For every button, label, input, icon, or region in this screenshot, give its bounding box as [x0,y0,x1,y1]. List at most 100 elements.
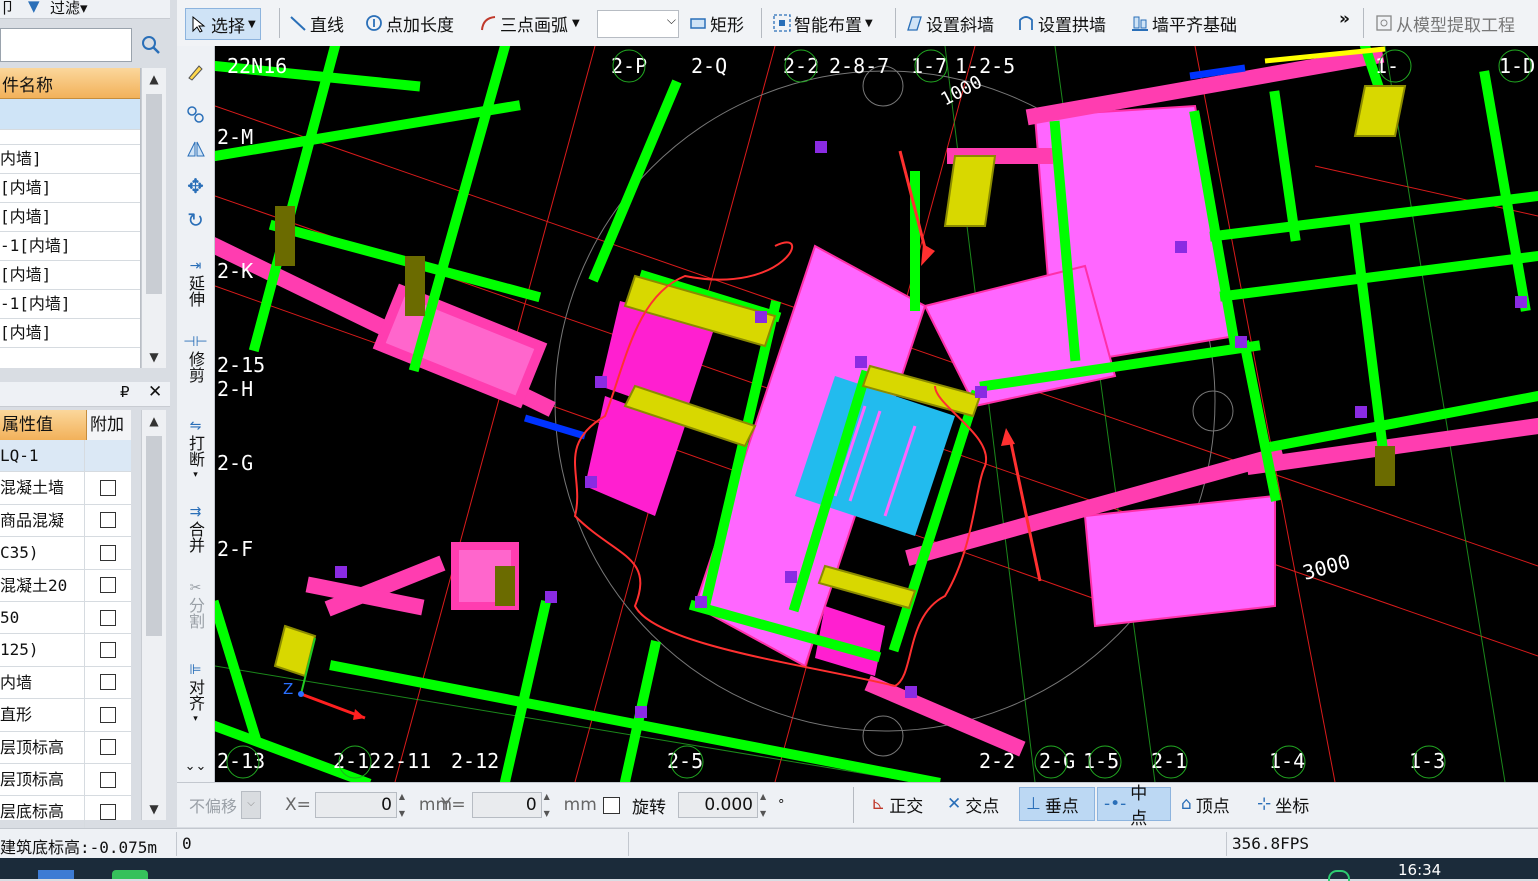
rotate-spinner[interactable]: ▲ ▼ [760,792,774,818]
filter-icon[interactable]: ▼ [28,0,40,15]
toolbar-overflow-button[interactable]: » [1339,4,1350,34]
offset-mode-select[interactable]: 不偏移 ⌵ [189,791,262,819]
table-row[interactable]: 商品混凝 [0,504,131,538]
extra-checkbox[interactable] [100,706,116,723]
extra-checkbox[interactable] [100,739,116,756]
property-value[interactable]: 层顶标高 [0,731,85,763]
extract-from-model-button[interactable]: 从模型提取工程 [1375,8,1515,38]
smart-layout-button[interactable]: 智能布置 ▼ [773,8,873,38]
extra-checkbox[interactable] [100,544,116,561]
property-value[interactable]: 50 [0,601,85,634]
vtoolbar-more[interactable]: ⌄⌄ [177,758,214,775]
close-icon[interactable]: ✕ [148,382,162,402]
x-spinner[interactable]: ▲ ▼ [399,792,413,818]
list-item[interactable]: 内墙] [0,145,140,174]
table-row[interactable]: 层底标高 [0,796,131,829]
merge-button[interactable]: ⇉ 合并 [177,504,214,553]
list-item[interactable]: [内墙] [0,319,140,348]
component-list-scrollbar[interactable]: ▲ ▼ [141,68,166,368]
property-value[interactable]: C35) [0,537,85,569]
pin-icon[interactable]: ₽ [120,383,130,401]
trim-button[interactable]: ⊣⊢ 修剪 [177,334,214,383]
brush-tool[interactable] [177,60,214,82]
list-item[interactable]: -1[内墙] [0,232,140,261]
split-button[interactable]: ✂ 分割 [177,580,214,629]
mirror-tool[interactable] [177,138,214,160]
y-spinner[interactable]: ▲ ▼ [544,792,558,818]
line-button[interactable]: 直线 [289,8,344,38]
snap-vertex[interactable]: ⌂ 顶点 [1175,787,1236,821]
table-row[interactable]: 内墙 [0,666,131,700]
table-row[interactable]: 直形 [0,699,131,732]
extra-checkbox[interactable] [100,674,116,691]
extend-button[interactable]: ⇥ 延伸 [177,258,214,307]
property-value[interactable]: 125) [0,634,85,666]
property-value[interactable]: 层顶标高 [0,763,85,796]
property-value[interactable]: 直形 [0,699,85,731]
filter-label[interactable]: 过滤▾ [50,0,88,18]
list-item[interactable]: [内墙] [0,261,140,290]
align-button[interactable]: ⊫ 对齐 ▾ [177,662,214,728]
scroll-up-icon[interactable]: ▲ [142,414,166,428]
clock[interactable]: 16:34 [1398,861,1441,879]
table-row[interactable]: 50 [0,601,131,635]
table-row[interactable]: LQ-1 [0,440,131,473]
copy-tool[interactable] [177,104,214,126]
arc-button[interactable]: 三点画弧 ▼ [479,8,580,38]
extra-checkbox[interactable] [100,480,116,497]
search-input[interactable] [0,28,132,62]
search-button[interactable] [136,28,166,62]
table-row[interactable]: 层顶标高 [0,763,131,797]
properties-scrollbar[interactable]: ▲ ▼ [141,410,166,820]
y-input[interactable]: 0 [471,792,542,818]
property-value[interactable]: LQ-1 [0,440,85,472]
property-value[interactable]: 混凝土墙 [0,472,85,504]
extra-checkbox[interactable] [100,771,116,788]
arc-mode-select[interactable]: ⌵ [597,10,679,38]
x-input[interactable]: 0 [314,792,397,818]
table-row[interactable]: 层顶标高 [0,731,131,764]
arch-wall-button[interactable]: 设置拱墙 [1017,8,1106,38]
scroll-up-icon[interactable]: ▲ [142,72,166,86]
snap-perpendicular[interactable]: ⊥ 垂点 [1019,787,1095,821]
cad-model-view[interactable]: Z 22N16 2-P 2-Q 2-2 2-8-7 1-7 1-2-5 1- 1… [215,46,1538,782]
component-name-header[interactable]: 件名称 [0,68,140,99]
table-row[interactable]: 125) [0,634,131,667]
move-tool[interactable]: ✥ [177,176,214,196]
property-value[interactable]: 混凝土20 [0,569,85,601]
scroll-down-icon[interactable]: ▼ [142,350,166,364]
break-button[interactable]: ⇋ 打断 ▾ [177,418,214,484]
app-icon[interactable] [112,870,148,879]
extra-checkbox[interactable] [100,577,116,594]
list-item[interactable]: -1[内墙] [0,290,140,319]
extra-checkbox[interactable] [100,803,116,820]
table-row[interactable]: 混凝土墙 [0,472,131,505]
scroll-down-icon[interactable]: ▼ [142,802,166,816]
drawing-canvas[interactable]: Z 22N16 2-P 2-Q 2-2 2-8-7 1-7 1-2-5 1- 1… [215,46,1538,782]
wall-align-foundation-button[interactable]: 墙平齐基础 [1131,8,1237,38]
extra-checkbox[interactable] [100,512,116,529]
rotate-checkbox[interactable] [603,796,620,814]
component-list-selected-row[interactable] [0,99,140,130]
network-icon[interactable] [1328,870,1350,881]
select-button[interactable]: 选择 ▼ [185,8,261,40]
list-item[interactable]: [内墙] [0,174,140,203]
snap-coordinate[interactable]: ⊹ 坐标 [1251,787,1315,821]
rect-button[interactable]: 矩形 [689,8,744,38]
slope-wall-button[interactable]: 设置斜墙 [905,8,994,38]
scroll-thumb[interactable] [146,94,162,294]
table-row[interactable]: 混凝土20 [0,569,131,602]
rotate-tool[interactable]: ↻ [177,210,214,230]
list-item[interactable] [0,130,140,145]
extra-checkbox[interactable] [100,609,116,626]
scroll-thumb[interactable] [146,436,162,636]
snap-intersection[interactable]: ✕ 交点 [941,787,1005,821]
list-item[interactable]: [内墙] [0,203,140,232]
add-length-button[interactable]: 点加长度 [365,8,454,38]
snap-midpoint[interactable]: -•- 中点 [1097,784,1171,829]
snap-ortho[interactable]: ⊾ 正交 [865,787,929,821]
property-value[interactable]: 内墙 [0,666,85,699]
app-icon[interactable] [38,870,74,879]
property-value[interactable]: 层底标高 [0,796,85,828]
table-row[interactable]: C35) [0,537,131,570]
